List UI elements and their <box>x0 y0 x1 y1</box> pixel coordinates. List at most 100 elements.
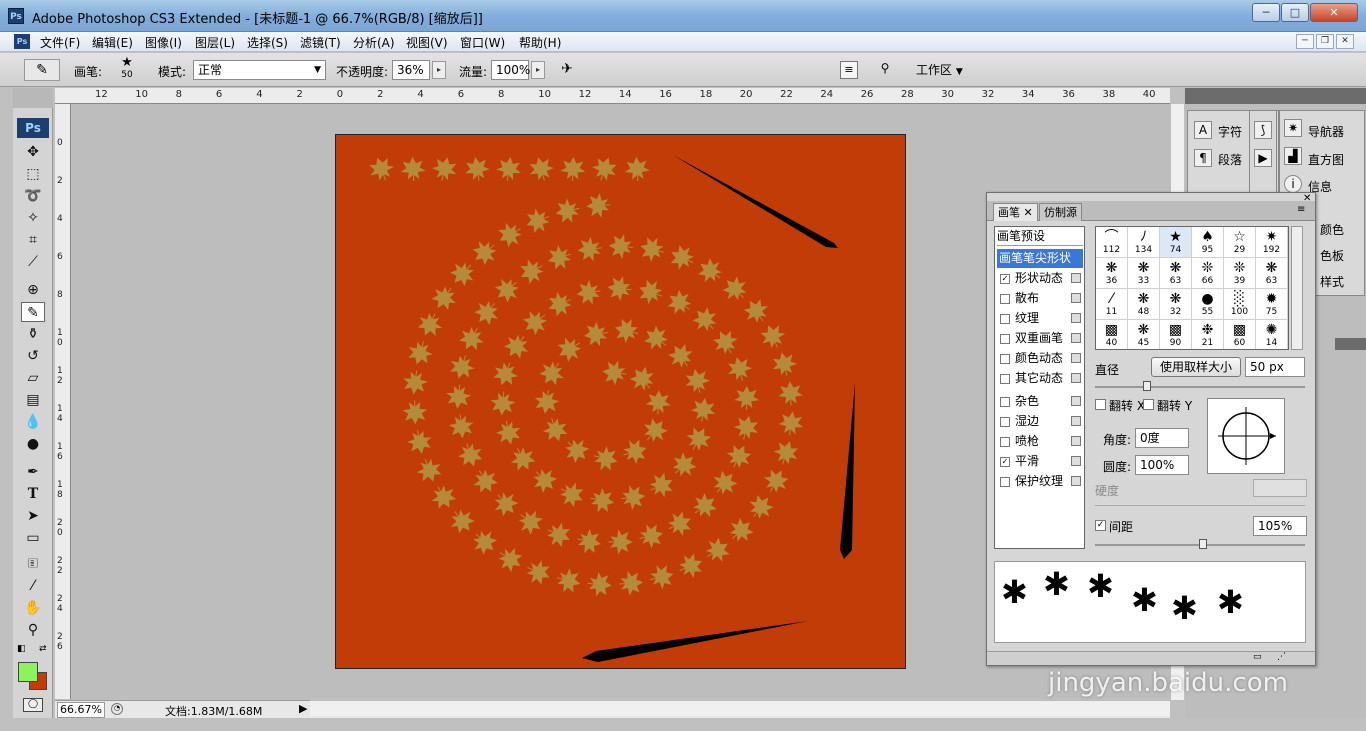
spacing-checkbox[interactable]: ✓ <box>1095 520 1106 531</box>
menu-file[interactable]: 文件(F) <box>40 34 80 51</box>
airbrush-icon[interactable]: ✈ <box>556 61 578 81</box>
lock-icon[interactable] <box>1071 396 1081 406</box>
brush-tip[interactable]: ● 55 <box>1192 289 1224 320</box>
lock-icon[interactable] <box>1071 293 1081 303</box>
close-button[interactable]: ✕ <box>1310 3 1358 22</box>
lock-icon[interactable] <box>1071 353 1081 363</box>
hand-tool-icon[interactable]: ✋ <box>21 598 45 618</box>
character-icon[interactable]: A <box>1194 121 1212 139</box>
opacity-slider-button[interactable]: ▸ <box>432 61 446 79</box>
lock-icon[interactable] <box>1071 333 1081 343</box>
brush-tip[interactable]: ▩ 40 <box>1096 320 1128 349</box>
tab-brush[interactable]: 画笔 ✕ <box>993 203 1038 221</box>
lock-icon[interactable] <box>1071 273 1081 283</box>
brush-angle-preview[interactable] <box>1207 398 1285 474</box>
opacity-input[interactable]: 36% <box>392 60 430 80</box>
menu-window[interactable]: 窗口(W) <box>460 34 505 51</box>
actions-icon[interactable]: ▶ <box>1254 149 1272 167</box>
panel-navigator[interactable]: 导航器 <box>1308 123 1344 140</box>
brush-tip[interactable]: ♠ 95 <box>1192 227 1224 258</box>
spacing-slider-thumb[interactable] <box>1199 539 1207 549</box>
lock-icon[interactable] <box>1071 476 1081 486</box>
status-menu-arrow-icon[interactable]: ▶ <box>299 702 307 715</box>
brush-tip-shape-item[interactable]: 画笔笔尖形状 <box>997 249 1083 268</box>
marquee-tool-icon[interactable]: ⬚ <box>21 164 45 184</box>
brush-tip[interactable]: ❋ 63 <box>1160 258 1192 289</box>
brush-tip[interactable]: ▩ 60 <box>1224 320 1256 349</box>
type-tool-icon[interactable]: T <box>21 484 45 504</box>
setting-checkbox[interactable] <box>1000 314 1010 324</box>
doc-minimize-button[interactable]: ─ <box>1296 34 1314 49</box>
use-sample-size-button[interactable]: 使用取样大小 <box>1151 357 1241 377</box>
setting-checkbox[interactable] <box>1000 397 1010 407</box>
brush-tip[interactable]: ░ 100 <box>1224 289 1256 320</box>
swap-colors-icon[interactable]: ⇄ <box>39 644 47 654</box>
clone-stamp-icon[interactable]: ⚱ <box>21 324 45 344</box>
panel-styles[interactable]: 样式 <box>1320 273 1344 290</box>
brush-setting-item[interactable]: 其它动态 <box>997 369 1083 388</box>
brush-setting-item[interactable]: 保护纹理 <box>997 472 1083 491</box>
brush-tip[interactable]: ❊ 66 <box>1192 258 1224 289</box>
brush-tip[interactable]: ❊ 39 <box>1224 258 1256 289</box>
paragraph-icon[interactable]: ¶ <box>1194 149 1212 167</box>
setting-checkbox[interactable] <box>1000 294 1010 304</box>
eyedropper-tool-icon[interactable]: ⁄ <box>21 576 45 596</box>
setting-checkbox[interactable] <box>1000 477 1010 487</box>
brush-tip[interactable]: ⌒ 112 <box>1096 227 1128 258</box>
tip-grid-scrollbar[interactable] <box>1291 226 1303 350</box>
zoom-tool-icon[interactable]: ⚲ <box>21 620 45 640</box>
horizontal-scrollbar[interactable] <box>310 700 1170 716</box>
lock-icon[interactable] <box>1071 456 1081 466</box>
brush-setting-item[interactable]: 双重画笔 <box>997 329 1083 348</box>
angle-input[interactable]: 0度 <box>1135 428 1189 448</box>
quick-mask-icon[interactable]: ◯ <box>23 698 43 712</box>
panel-menu-icon[interactable]: ≡ <box>1297 204 1305 215</box>
setting-checkbox[interactable] <box>1000 437 1010 447</box>
panel-color[interactable]: 颜色 <box>1320 221 1344 238</box>
flow-slider-button[interactable]: ▸ <box>531 61 545 79</box>
brush-setting-item[interactable]: 喷枪 <box>997 432 1083 451</box>
brush-picker[interactable]: ★ 50 <box>110 56 144 84</box>
bridge-icon[interactable]: ⚲ <box>874 61 896 79</box>
brush-presets-item[interactable]: 画笔预设 <box>997 227 1083 246</box>
resize-grip-icon[interactable]: ⋰ <box>1277 652 1286 662</box>
diameter-slider-thumb[interactable] <box>1143 381 1151 391</box>
flow-input[interactable]: 100% <box>491 60 530 80</box>
mode-select[interactable]: 正常 ▼ <box>193 60 326 80</box>
navigator-icon[interactable]: ✷ <box>1284 119 1302 137</box>
close-tab-icon[interactable]: ✕ <box>1024 206 1033 219</box>
lock-icon[interactable] <box>1071 373 1081 383</box>
document-canvas[interactable] <box>335 134 906 669</box>
pen-tool-icon[interactable]: ✒ <box>21 462 45 482</box>
brush-tip[interactable]: ⁄ 11 <box>1096 289 1128 320</box>
palette-well-icon[interactable]: ≡ <box>840 61 858 79</box>
setting-checkbox[interactable]: ✓ <box>1000 457 1010 467</box>
path-selection-icon[interactable]: ➤ <box>21 506 45 526</box>
eraser-tool-icon[interactable]: ▱ <box>21 368 45 388</box>
brush-tip[interactable]: ★ 74 <box>1160 227 1192 258</box>
blur-tool-icon[interactable]: 💧 <box>21 412 45 432</box>
document-icon[interactable]: Ps <box>14 34 30 49</box>
dock-secondary-header[interactable] <box>1335 338 1366 350</box>
brush-tip[interactable]: ❋ 63 <box>1256 258 1288 289</box>
history-brush-icon[interactable]: ↺ <box>21 346 45 366</box>
notes-tool-icon[interactable]: 🗉 <box>21 554 45 574</box>
lasso-tool-icon[interactable]: ➰ <box>21 186 45 206</box>
flip-x-checkbox[interactable] <box>1095 399 1106 410</box>
flip-y-checkbox[interactable] <box>1143 399 1154 410</box>
brush-tip[interactable]: ❋ 45 <box>1128 320 1160 349</box>
brush-setting-item[interactable]: ✓ 平滑 <box>997 452 1083 471</box>
slice-tool-icon[interactable]: ⟋ <box>21 252 45 272</box>
tab-clone-source[interactable]: 仿制源 <box>1039 203 1082 221</box>
setting-checkbox[interactable]: ✓ <box>1000 274 1010 284</box>
foreground-color-swatch[interactable] <box>18 662 38 682</box>
ps-logo[interactable]: Ps <box>17 118 49 138</box>
healing-brush-icon[interactable]: ⊕ <box>21 280 45 300</box>
menu-select[interactable]: 选择(S) <box>247 34 288 51</box>
brush-setting-item[interactable]: 杂色 <box>997 392 1083 411</box>
diameter-input[interactable]: 50 px <box>1245 357 1305 377</box>
brush-tip[interactable]: ☆ 29 <box>1224 227 1256 258</box>
spacing-input[interactable]: 105% <box>1253 516 1307 536</box>
doc-close-button[interactable]: ✕ <box>1336 34 1354 49</box>
menu-help[interactable]: 帮助(H) <box>519 34 561 51</box>
